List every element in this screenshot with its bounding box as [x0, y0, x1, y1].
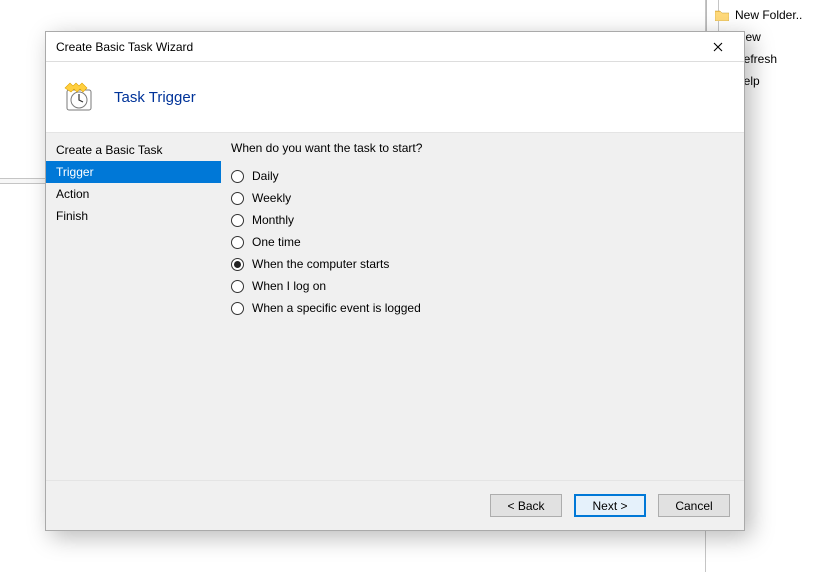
titlebar[interactable]: Create Basic Task Wizard [46, 32, 744, 62]
wizard-content: When do you want the task to start? Dail… [221, 133, 744, 480]
cancel-button[interactable]: Cancel [658, 494, 730, 517]
close-button[interactable] [698, 35, 738, 59]
actions-item-new-folder[interactable]: New Folder.. [707, 4, 826, 26]
wizard-header: Task Trigger [46, 62, 744, 132]
wizard-step-title: Task Trigger [114, 89, 196, 106]
radio-label: When I log on [252, 279, 326, 293]
task-scheduler-icon [62, 80, 96, 114]
back-button[interactable]: < Back [490, 494, 562, 517]
trigger-option-onetime[interactable]: One time [227, 231, 728, 253]
wizard-body: Create a Basic Task Trigger Action Finis… [46, 132, 744, 480]
radio-label: Daily [252, 169, 279, 183]
folder-icon [715, 9, 729, 21]
wizard-steps: Create a Basic Task Trigger Action Finis… [46, 133, 221, 480]
wizard-step-create[interactable]: Create a Basic Task [46, 139, 221, 161]
wizard-step-finish[interactable]: Finish [46, 205, 221, 227]
next-button[interactable]: Next > [574, 494, 646, 517]
window-title: Create Basic Task Wizard [56, 40, 698, 54]
wizard-step-trigger[interactable]: Trigger [46, 161, 221, 183]
close-icon [713, 42, 723, 52]
radio-icon [231, 170, 244, 183]
radio-icon [231, 302, 244, 315]
trigger-option-monthly[interactable]: Monthly [227, 209, 728, 231]
radio-label: When the computer starts [252, 257, 389, 271]
trigger-option-daily[interactable]: Daily [227, 165, 728, 187]
radio-label: When a specific event is logged [252, 301, 421, 315]
radio-icon [231, 236, 244, 249]
trigger-option-event[interactable]: When a specific event is logged [227, 297, 728, 319]
radio-icon [231, 258, 244, 271]
radio-icon [231, 280, 244, 293]
background-strip [0, 178, 45, 184]
trigger-question: When do you want the task to start? [231, 141, 728, 155]
radio-label: Monthly [252, 213, 294, 227]
wizard-step-action[interactable]: Action [46, 183, 221, 205]
actions-item-label: New Folder.. [735, 8, 802, 22]
radio-icon [231, 192, 244, 205]
wizard-footer: < Back Next > Cancel [46, 480, 744, 530]
radio-label: One time [252, 235, 301, 249]
trigger-option-logon[interactable]: When I log on [227, 275, 728, 297]
radio-label: Weekly [252, 191, 291, 205]
wizard-dialog: Create Basic Task Wizard Task Trigger Cr… [45, 31, 745, 531]
radio-icon [231, 214, 244, 227]
trigger-option-weekly[interactable]: Weekly [227, 187, 728, 209]
trigger-option-computer-starts[interactable]: When the computer starts [227, 253, 728, 275]
